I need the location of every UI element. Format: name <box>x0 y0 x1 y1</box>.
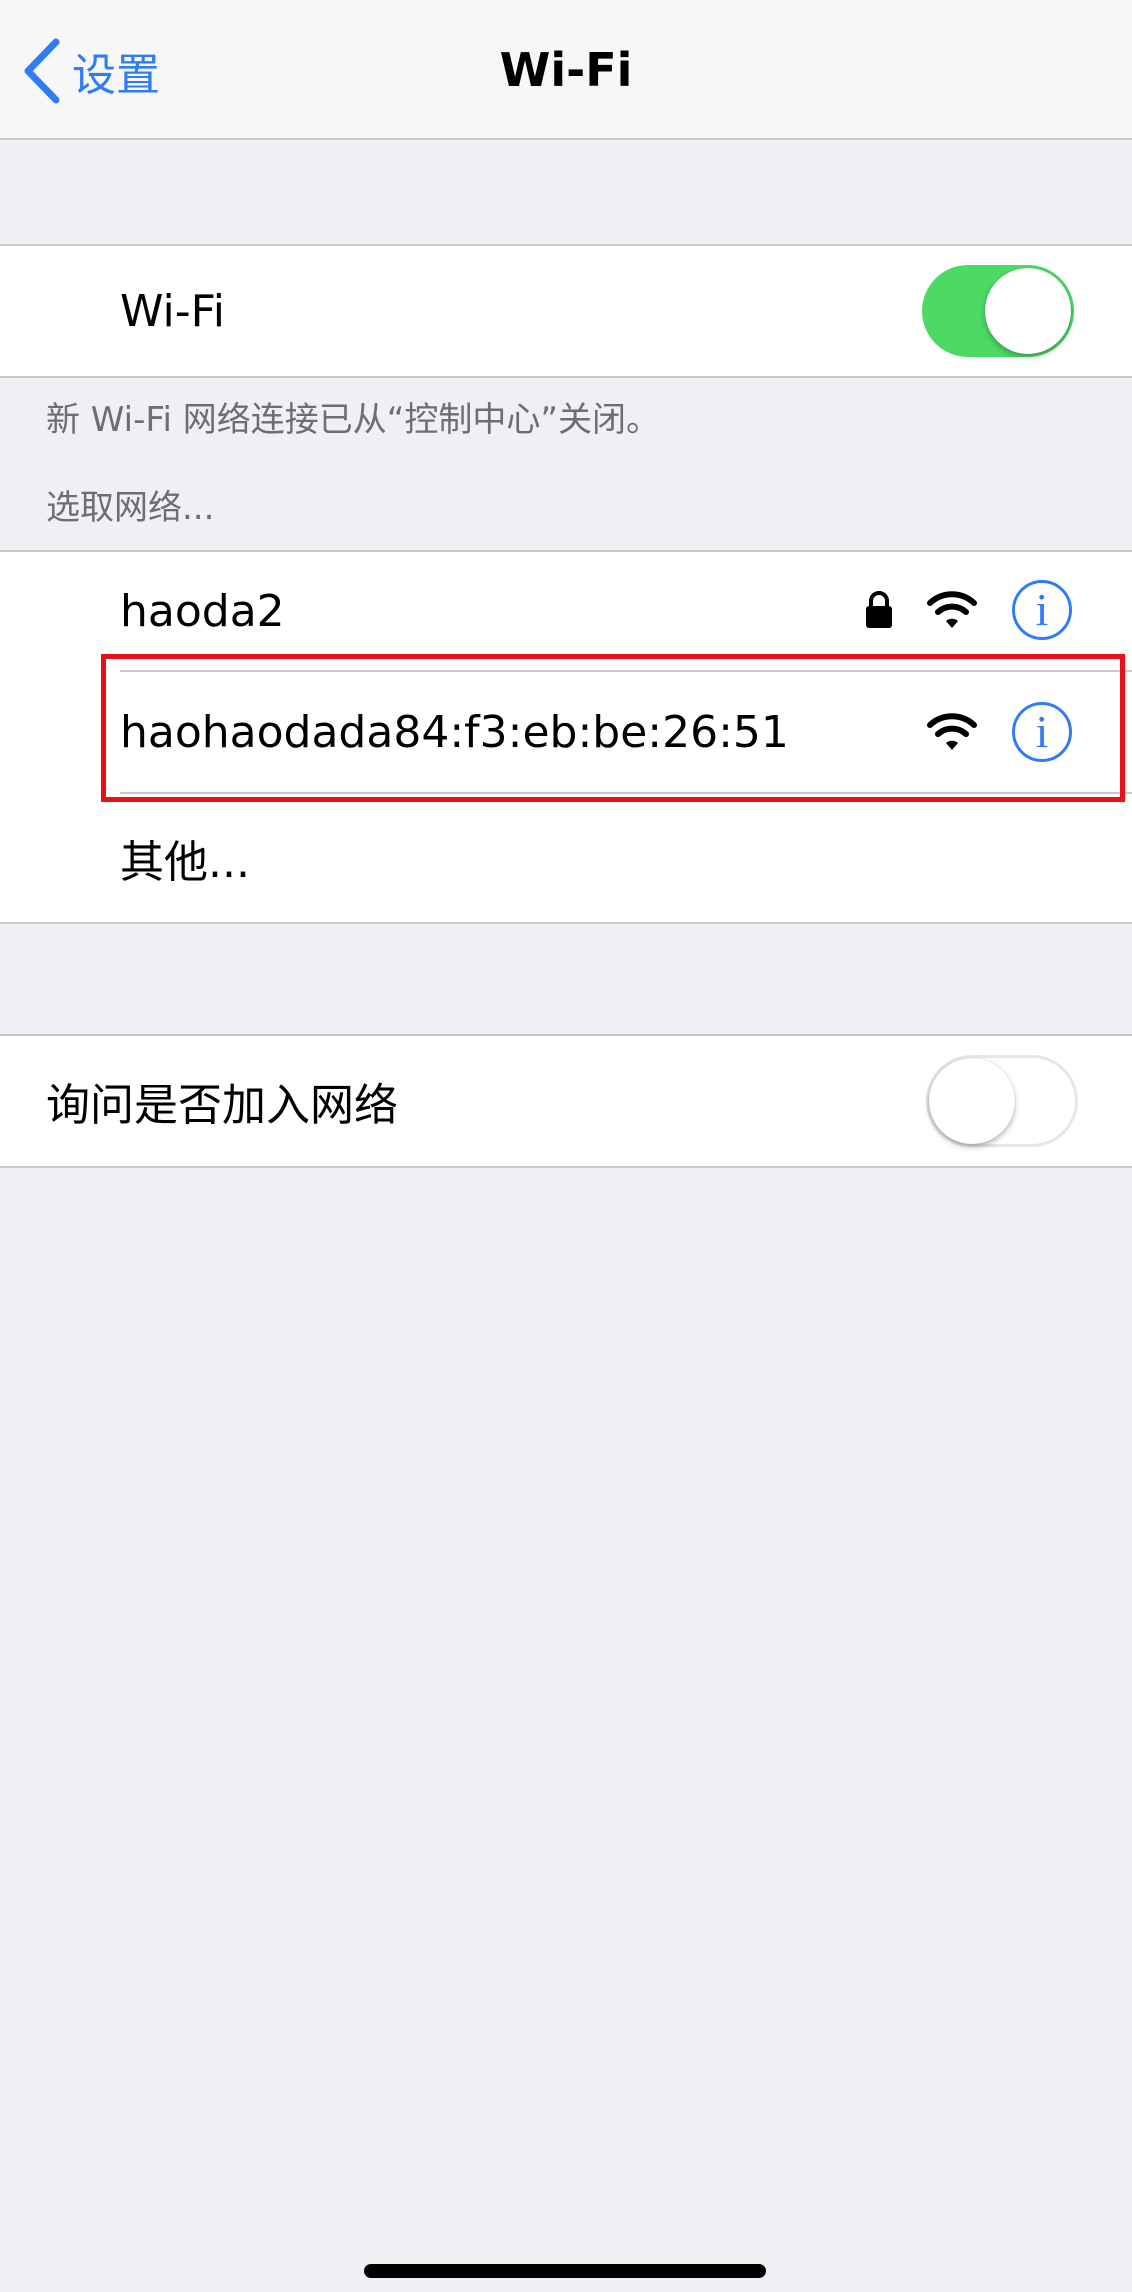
back-button[interactable]: 设置 <box>22 36 160 106</box>
info-icon[interactable]: i <box>1012 580 1072 640</box>
chevron-left-icon <box>24 38 60 104</box>
ask-join-row: 询问是否加入网络 <box>0 1036 1132 1166</box>
other-network-row[interactable]: 其他... <box>0 794 1132 922</box>
home-indicator[interactable] <box>364 2264 766 2278</box>
network-row[interactable]: haohaodada84:f3:eb:be:26:51 i <box>0 672 1132 792</box>
navigation-bar: 设置 Wi-Fi <box>0 0 1132 140</box>
ask-join-group: 询问是否加入网络 <box>0 1034 1132 1168</box>
choose-network-header: 选取网络... <box>46 488 215 528</box>
network-name: haohaodada84:f3:eb:be:26:51 <box>120 706 789 758</box>
other-network-label: 其他... <box>120 837 250 888</box>
info-icon[interactable]: i <box>1012 702 1072 762</box>
switch-knob <box>985 268 1071 354</box>
wifi-toggle-row: Wi-Fi <box>0 246 1132 376</box>
wifi-toggle-label: Wi-Fi <box>120 285 225 337</box>
ask-join-label: 询问是否加入网络 <box>46 1080 398 1131</box>
lock-icon <box>866 591 892 628</box>
network-list: haoda2 i haohaodada84:f3:eb:be:26:51 i 其… <box>0 550 1132 924</box>
wifi-icon <box>927 591 977 628</box>
switch-knob <box>929 1058 1015 1144</box>
wifi-icon <box>927 713 977 750</box>
wifi-toggle-group: Wi-Fi <box>0 244 1132 378</box>
control-center-note: 新 Wi-Fi 网络连接已从“控制中心”关闭。 <box>46 400 660 440</box>
page-title: Wi-Fi <box>499 43 633 97</box>
back-label: 设置 <box>72 50 160 101</box>
wifi-switch[interactable] <box>922 265 1074 357</box>
network-name: haoda2 <box>120 585 285 637</box>
ask-join-switch[interactable] <box>926 1055 1078 1147</box>
network-row[interactable]: haoda2 i <box>0 552 1132 670</box>
